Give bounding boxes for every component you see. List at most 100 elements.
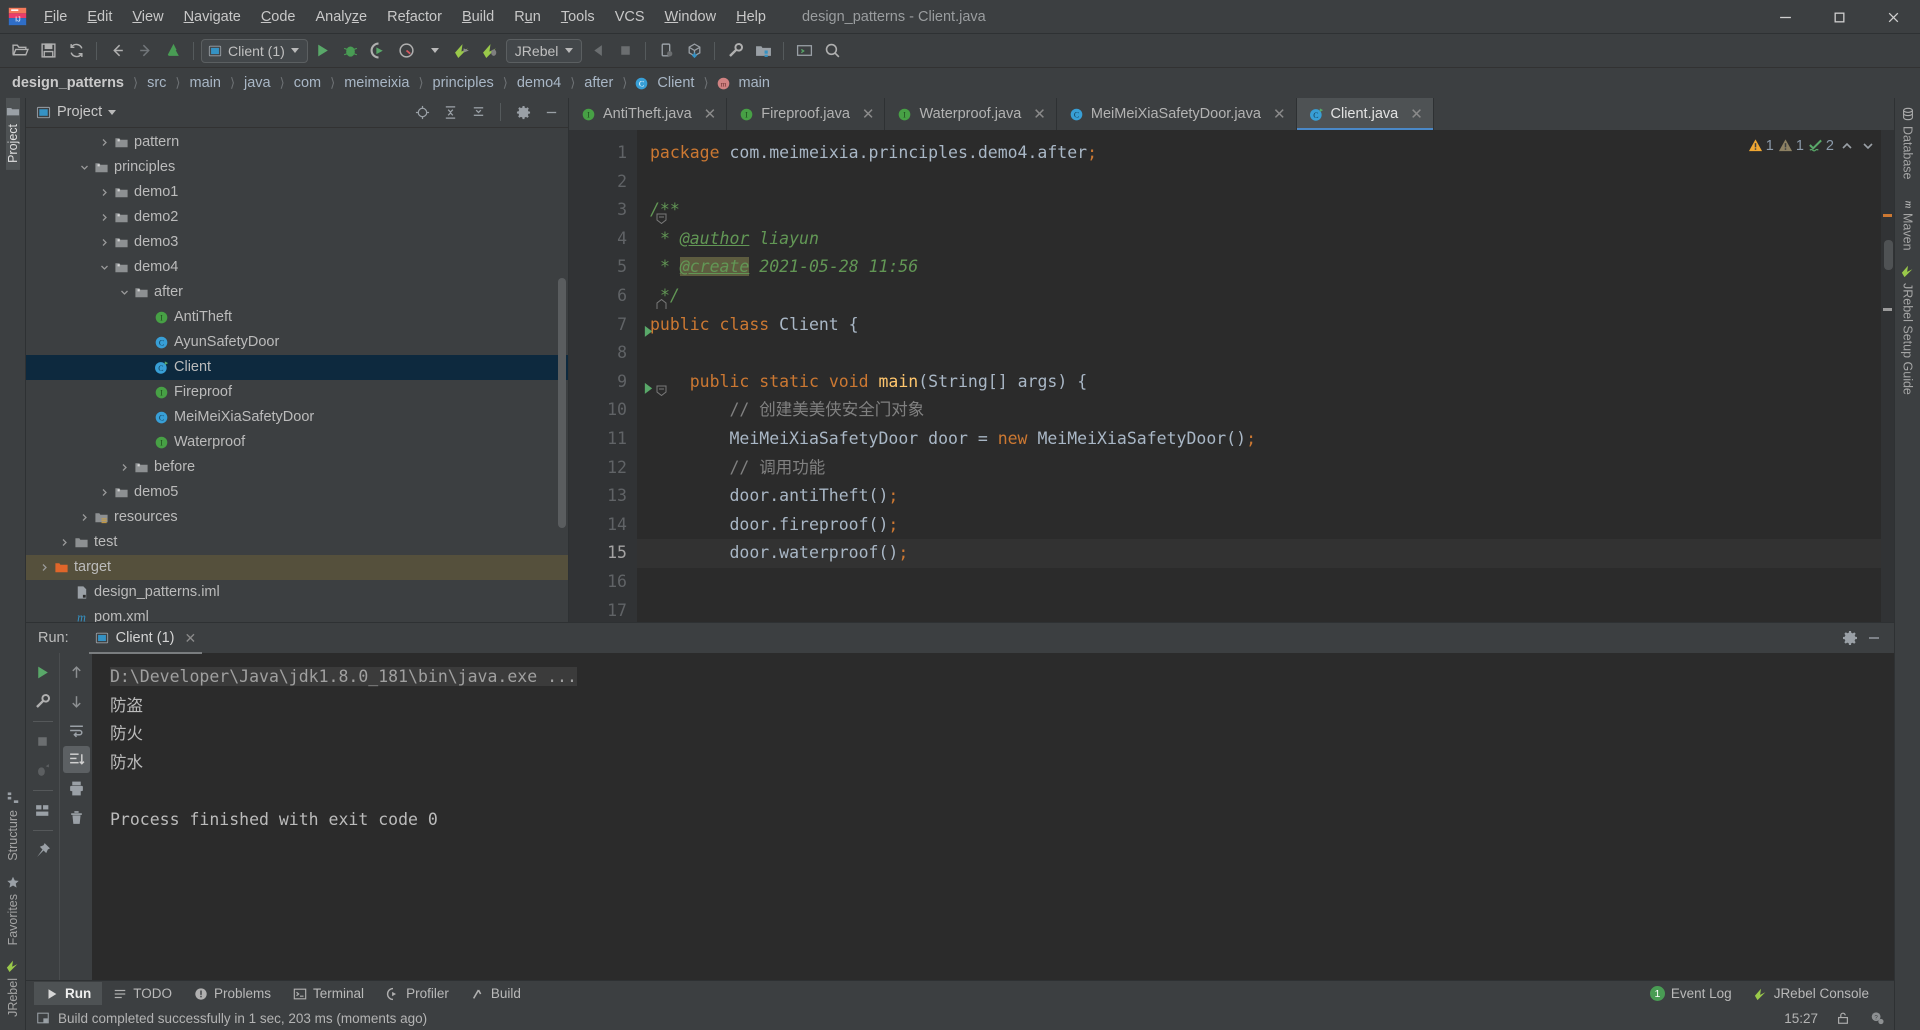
clear-all-icon[interactable] — [63, 804, 90, 831]
gutter-line-7[interactable]: 7 — [569, 311, 653, 340]
stop-icon[interactable] — [612, 38, 638, 64]
scroll-to-end-icon[interactable] — [62, 746, 90, 773]
search-everywhere-icon[interactable] — [819, 38, 845, 64]
down-the-stack-icon[interactable] — [63, 688, 90, 715]
gutter-line-14[interactable]: 14 — [569, 511, 637, 540]
tree-item-pom-xml[interactable]: m pom.xml — [26, 605, 568, 622]
menu-edit[interactable]: Edit — [77, 4, 122, 30]
editor-tab-client[interactable]: C Client.java ✕ — [1296, 98, 1434, 130]
breadcrumb-item-3[interactable]: java — [242, 75, 273, 91]
code-line-5[interactable]: * @create 2021-05-28 11:56 — [637, 253, 1894, 282]
tree-arrow-icon[interactable] — [96, 213, 112, 222]
tab-todo[interactable]: TODO — [102, 982, 183, 1005]
event-log-button[interactable]: 1 Event Log — [1639, 982, 1743, 1005]
breadcrumb-item-2[interactable]: main — [188, 75, 223, 91]
scroll-from-source-icon[interactable] — [411, 101, 433, 123]
debug-button[interactable] — [338, 38, 364, 64]
tab-build[interactable]: Build — [460, 982, 532, 1005]
code-line-6[interactable]: */ — [637, 282, 1894, 311]
typo-count[interactable]: 2 — [1808, 138, 1834, 154]
tree-arrow-icon[interactable] — [96, 263, 112, 272]
tree-item-waterproof[interactable]: I Waterproof — [26, 430, 568, 455]
jrebel-console-button[interactable]: JRebel Console — [1743, 982, 1880, 1005]
tree-item-demo5[interactable]: demo5 — [26, 480, 568, 505]
project-tree[interactable]: pattern principles demo1 demo2 demo3 demo4 aft… — [26, 128, 568, 622]
gutter-line-5[interactable]: 5 — [569, 253, 637, 282]
tree-item-demo2[interactable]: demo2 — [26, 205, 568, 230]
avd-manager-icon[interactable] — [653, 38, 679, 64]
breadcrumb-item-0[interactable]: design_patterns — [10, 75, 126, 91]
gutter-line-17[interactable]: 17 — [569, 597, 637, 623]
menu-help[interactable]: Help — [726, 4, 776, 30]
sidebar-item-favorites[interactable]: Favorites — [6, 868, 20, 952]
layout-settings-icon[interactable] — [29, 797, 56, 824]
back-icon[interactable] — [104, 38, 130, 64]
tab-run[interactable]: Run — [34, 982, 103, 1005]
gutter-line-16[interactable]: 16 — [569, 568, 637, 597]
code-line-10[interactable]: // 创建美美侠安全门对象 — [637, 396, 1894, 425]
menu-build[interactable]: Build — [452, 4, 504, 30]
tree-arrow-icon[interactable] — [56, 538, 72, 547]
project-tree-scrollbar[interactable] — [558, 277, 566, 528]
lock-icon[interactable] — [1836, 1011, 1850, 1025]
gutter-line-3[interactable]: 3 — [569, 196, 667, 225]
run-with-coverage-icon[interactable] — [366, 38, 392, 64]
inspection-widget[interactable]: 1 1 2 — [1748, 137, 1876, 154]
tree-item-ayunsafetydoor[interactable]: C AyunSafetyDoor — [26, 330, 568, 355]
close-icon[interactable]: ✕ — [1410, 105, 1423, 123]
gutter-line-10[interactable]: 10 — [569, 396, 637, 425]
profile-dropdown-icon[interactable] — [422, 38, 448, 64]
gutter-line-12[interactable]: 12 — [569, 454, 637, 483]
editor-gutter[interactable]: 1 2 3 4 5 6 7 8 9 10 11 12 13 14 15 16 17 — [569, 130, 667, 623]
pin-tab-icon[interactable] — [29, 837, 56, 864]
weak-warning-count[interactable]: 1 — [1778, 138, 1804, 154]
jrebel-debug-icon[interactable] — [478, 38, 504, 64]
code-line-11[interactable]: MeiMeiXiaSafetyDoor door = new MeiMeiXia… — [637, 425, 1894, 454]
gutter-line-15[interactable]: 15 — [569, 539, 637, 568]
sync-icon[interactable] — [63, 38, 89, 64]
breadcrumb-item-1[interactable]: src — [145, 75, 168, 91]
tree-arrow-icon[interactable] — [116, 463, 132, 472]
tree-item-demo4[interactable]: demo4 — [26, 255, 568, 280]
chevron-down-icon-project[interactable] — [108, 109, 117, 115]
editor-tab-antitheft[interactable]: I AntiTheft.java ✕ — [569, 98, 728, 130]
code-line-12[interactable]: // 调用功能 — [637, 454, 1894, 483]
code-line-1[interactable]: package com.meimeixia.principles.demo4.a… — [637, 139, 1894, 168]
gutter-line-1[interactable]: 1 — [569, 139, 637, 168]
tab-problems[interactable]: Problems — [183, 982, 282, 1005]
tree-item-demo1[interactable]: demo1 — [26, 180, 568, 205]
editor-marker-bar[interactable] — [1881, 130, 1894, 622]
code-line-13[interactable]: door.antiTheft(); — [637, 482, 1894, 511]
jrebel-run-icon[interactable] — [450, 38, 476, 64]
tree-item-client[interactable]: C Client — [26, 354, 568, 380]
tree-item-antitheft[interactable]: I AntiTheft — [26, 305, 568, 330]
menu-navigate[interactable]: Navigate — [174, 4, 251, 30]
menu-tools[interactable]: Tools — [551, 4, 605, 30]
tree-arrow-icon[interactable] — [36, 563, 52, 572]
help-gear-icon[interactable]: ? — [1870, 1011, 1884, 1025]
sdk-manager-icon[interactable] — [681, 38, 707, 64]
sidebar-item-database[interactable]: Database — [1901, 100, 1915, 187]
hide-run-panel-icon[interactable] — [1862, 626, 1886, 650]
close-icon[interactable]: ✕ — [1033, 105, 1046, 123]
gutter-line-2[interactable]: 2 — [569, 168, 637, 197]
editor-scrollbar-thumb[interactable] — [1884, 240, 1893, 270]
editor-tab-meimeixiasafetydoor[interactable]: C MeiMeiXiaSafetyDoor.java ✕ — [1057, 98, 1297, 130]
forward-icon[interactable] — [132, 38, 158, 64]
prev-problem-icon[interactable] — [1838, 137, 1855, 154]
code-content[interactable]: package com.meimeixia.principles.demo4.a… — [637, 130, 1894, 622]
code-line-14[interactable]: door.fireproof(); — [637, 511, 1894, 540]
run-configuration-selector[interactable]: Client (1) — [201, 38, 308, 63]
maximize-button[interactable] — [1812, 0, 1866, 34]
next-problem-icon[interactable] — [1859, 137, 1876, 154]
tree-item-after[interactable]: after — [26, 280, 568, 305]
tree-arrow-icon[interactable] — [96, 238, 112, 247]
code-line-3[interactable]: /** — [637, 196, 1894, 225]
breadcrumb-item-7[interactable]: demo4 — [515, 75, 563, 91]
jrebel-selector[interactable]: JRebel — [505, 38, 583, 63]
tab-profiler[interactable]: Profiler — [375, 982, 460, 1005]
gutter-line-8[interactable]: 8 — [569, 339, 637, 368]
collapse-all-icon[interactable] — [467, 101, 489, 123]
menu-run[interactable]: Run — [504, 4, 551, 30]
sidebar-item-jrebel[interactable]: JRebel — [6, 952, 20, 1024]
